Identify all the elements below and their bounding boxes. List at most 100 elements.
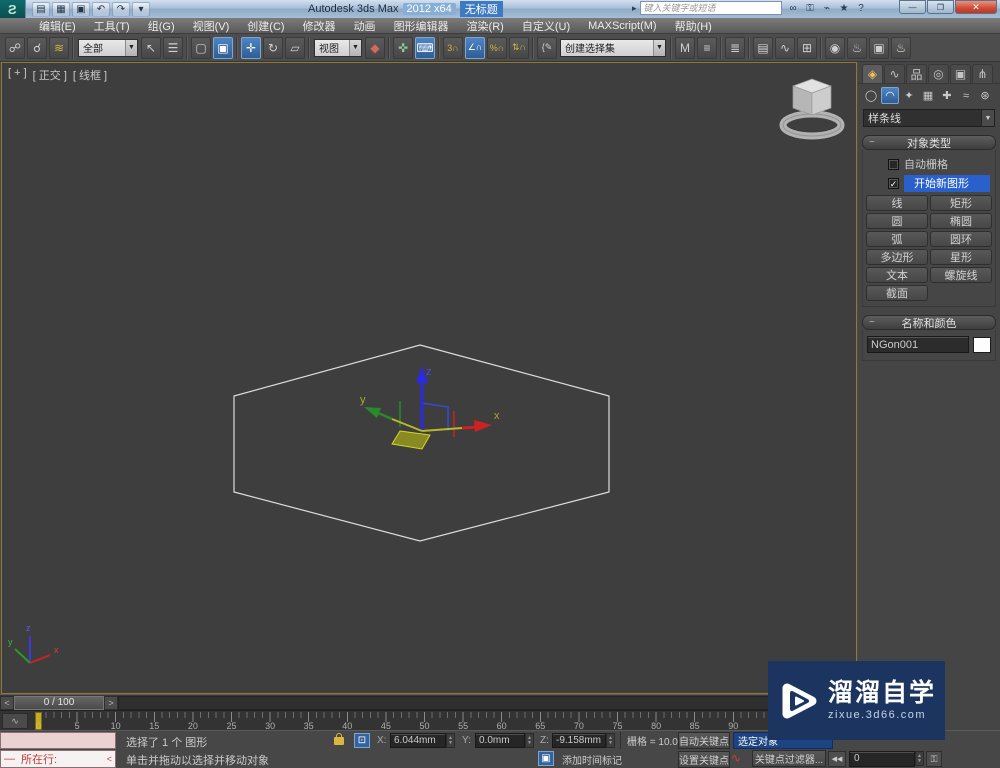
shapes-category-icon[interactable]: ◠ — [881, 87, 899, 104]
shape-button-3[interactable]: 椭圆 — [930, 213, 992, 229]
angle-snap-toggle-icon[interactable]: ∠∩ — [465, 36, 485, 59]
y-spinner[interactable]: ▲ ▼ — [525, 733, 534, 748]
rendered-frame-window-icon[interactable]: ▣ — [869, 36, 889, 59]
new-file-icon[interactable]: ▤ — [32, 1, 50, 17]
menu-item-7[interactable]: 图形编辑器 — [385, 18, 458, 34]
named-selection-sets-dropdown[interactable]: 创建选择集 ▼ — [560, 38, 666, 57]
menu-item-2[interactable]: 组(G) — [139, 18, 184, 34]
shape-button-10[interactable]: 截面 — [866, 285, 928, 301]
material-editor-icon[interactable]: ◉ — [825, 36, 845, 59]
display-tab[interactable]: ▣ — [950, 64, 971, 83]
communication-center-icon[interactable]: ⌁ — [819, 1, 836, 15]
create-tab[interactable]: ◈ — [862, 64, 883, 83]
select-object-icon[interactable]: ↖ — [141, 36, 161, 59]
shape-button-6[interactable]: 多边形 — [866, 249, 928, 265]
object-name-input[interactable]: NGon001 — [867, 336, 969, 353]
auto-key-button[interactable]: 自动关键点 — [678, 732, 730, 749]
search-communities-icon[interactable]: ∞ — [785, 1, 802, 15]
shape-button-7[interactable]: 星形 — [930, 249, 992, 265]
key-mode-toggle-icon[interactable]: ⚿ — [926, 751, 942, 767]
edit-named-selection-sets-icon[interactable]: {✎ — [537, 36, 557, 59]
spinner-snap-toggle-icon[interactable]: ⇅∩ — [509, 36, 529, 59]
app-menu-button[interactable]: S — [0, 0, 26, 18]
key-filters-button[interactable]: 关键点过滤器... — [752, 750, 826, 767]
render-setup-icon[interactable]: ♨ — [847, 36, 867, 59]
absolute-mode-toggle-icon[interactable]: ⊡ — [354, 733, 370, 748]
menu-item-1[interactable]: 工具(T) — [85, 18, 139, 34]
reference-coordinate-system-dropdown[interactable]: 视图 ▼ — [314, 38, 362, 57]
selection-filter-dropdown[interactable]: 全部 ▼ — [78, 38, 138, 57]
lights-category-icon[interactable]: ✦ — [900, 87, 918, 104]
geometry-category-icon[interactable]: ◯ — [862, 87, 880, 104]
close-button[interactable]: ✕ — [955, 0, 997, 14]
use-pivot-point-center-icon[interactable]: ◆ — [365, 36, 385, 59]
object-color-swatch[interactable] — [973, 336, 991, 353]
space-warps-category-icon[interactable]: ≈ — [957, 87, 975, 104]
snaps-toggle-icon[interactable]: 3∩ — [443, 36, 463, 59]
rectangular-selection-region-icon[interactable]: ▢ — [191, 36, 211, 59]
curve-editor-icon[interactable]: ∿ — [775, 36, 795, 59]
align-icon[interactable]: ≡ — [697, 36, 717, 59]
systems-category-icon[interactable]: ⊛ — [976, 87, 994, 104]
shape-button-0[interactable]: 线 — [866, 195, 928, 211]
menu-item-10[interactable]: MAXScript(M) — [579, 18, 665, 34]
keyboard-shortcut-override-icon[interactable]: ⌨ — [415, 36, 435, 59]
shape-button-5[interactable]: 圆环 — [930, 231, 992, 247]
bind-to-space-warp-icon[interactable]: ≋ — [49, 36, 69, 59]
add-time-tag[interactable]: 添加时间标记 — [558, 750, 660, 768]
render-production-icon[interactable]: ♨ — [891, 36, 911, 59]
go-to-start-icon[interactable]: ◀◀ — [828, 751, 846, 767]
shape-button-8[interactable]: 文本 — [866, 267, 928, 283]
select-and-manipulate-icon[interactable]: ✜ — [393, 36, 413, 59]
frame-spinner[interactable]: ▲ ▼ — [915, 751, 924, 766]
menu-item-9[interactable]: 自定义(U) — [513, 18, 579, 34]
favorites-icon[interactable]: ★ — [836, 1, 853, 15]
graphite-modeling-tools-icon[interactable]: ▤ — [753, 36, 773, 59]
hierarchy-tab[interactable]: 品 — [906, 64, 927, 83]
object-type-rollout-header[interactable]: − 对象类型 — [862, 135, 996, 150]
menu-item-0[interactable]: 编辑(E) — [30, 18, 85, 34]
motion-tab[interactable]: ◎ — [928, 64, 949, 83]
viewport-view-label[interactable]: [ 正交 ] — [33, 67, 67, 83]
listener-scroll-icon[interactable]: < — [107, 754, 112, 764]
menu-item-8[interactable]: 渲染(R) — [458, 18, 513, 34]
redo-icon[interactable]: ↷ — [112, 1, 130, 17]
maxscript-mini-listener-pink[interactable] — [0, 732, 116, 749]
modify-tab[interactable]: ∿ — [884, 64, 905, 83]
shape-button-4[interactable]: 弧 — [866, 231, 928, 247]
layer-manager-icon[interactable]: ≣ — [725, 36, 745, 59]
maximize-button[interactable]: ❐ — [927, 0, 954, 14]
viewcube[interactable] — [779, 78, 845, 140]
current-frame-field[interactable]: 0 — [849, 751, 915, 767]
shape-button-9[interactable]: 螺旋线 — [930, 267, 992, 283]
schematic-view-icon[interactable]: ⊞ — [797, 36, 817, 59]
x-spinner[interactable]: ▲ ▼ — [446, 733, 455, 748]
undo-icon[interactable]: ↶ — [92, 1, 110, 17]
select-and-link-icon[interactable]: ☍ — [5, 36, 25, 59]
toolbar-options-icon[interactable]: ▾ — [132, 1, 150, 17]
start-new-shape-checkbox[interactable]: ✓ — [888, 178, 899, 189]
subcategory-dropdown[interactable]: 样条线 ▼ — [863, 109, 995, 127]
name-color-rollout-header[interactable]: − 名称和颜色 — [862, 315, 996, 330]
menu-item-6[interactable]: 动画 — [345, 18, 385, 34]
helpers-category-icon[interactable]: ✚ — [938, 87, 956, 104]
utilities-tab[interactable]: ⋔ — [972, 64, 993, 83]
cameras-category-icon[interactable]: ▦ — [919, 87, 937, 104]
autogrid-checkbox[interactable] — [888, 158, 899, 170]
unlink-selection-icon[interactable]: ☌ — [27, 36, 47, 59]
select-and-move-icon[interactable]: ✛ — [241, 36, 261, 59]
z-spinner[interactable]: ▲ ▼ — [606, 733, 615, 748]
isolate-selection-toggle-icon[interactable]: ▣ — [538, 751, 554, 766]
next-frame-arrow[interactable]: > — [104, 695, 118, 710]
viewport-orthographic[interactable]: z y x z y x [+] [正交] [线框] — [1, 62, 857, 694]
mirror-icon[interactable]: M — [675, 36, 695, 59]
open-mini-curve-editor-icon[interactable]: ∿ — [2, 713, 28, 729]
maxscript-mini-listener-white[interactable]: — 所在行: < — [0, 750, 116, 768]
subscription-center-icon[interactable]: ⚿ — [802, 1, 819, 15]
track-bar[interactable]: ∿ 0 5 10 15 20 25 30 35 40 45 50 55 60 65 70 75 80 85 90 — [0, 710, 858, 731]
viewport-menu-label[interactable]: [ + ] — [8, 67, 27, 83]
percent-snap-toggle-icon[interactable]: %∩ — [487, 36, 507, 59]
set-key-button[interactable]: 设置关键点 — [678, 751, 730, 768]
save-icon[interactable]: ▣ — [72, 1, 90, 17]
x-coordinate-field[interactable]: 6.044mm — [390, 733, 446, 748]
